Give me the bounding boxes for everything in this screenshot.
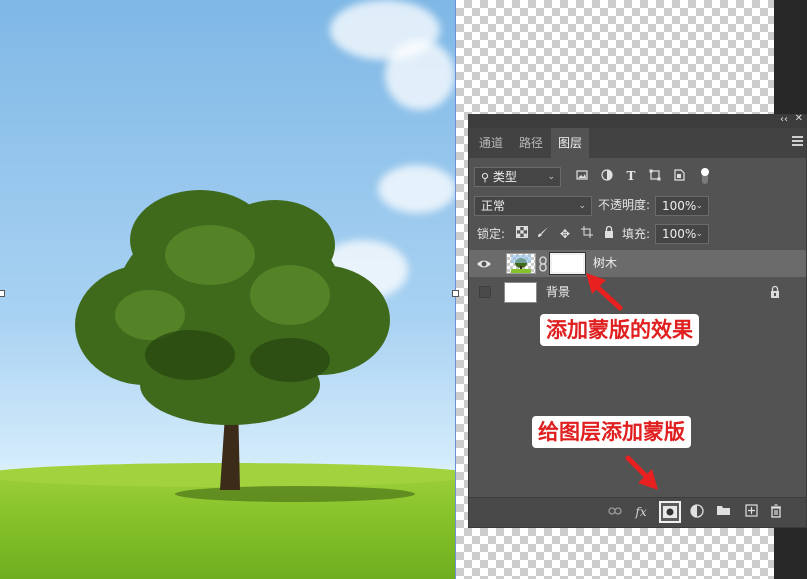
fill-input[interactable]: 100% ⌄: [655, 224, 709, 244]
new-layer-icon[interactable]: [743, 504, 759, 520]
layer-name[interactable]: 背景: [546, 279, 570, 306]
filter-kind-label: 类型: [492, 170, 517, 184]
chevron-down-icon: ⌄: [578, 201, 586, 211]
layer-row[interactable]: 树木: [469, 250, 806, 277]
panel-menu-icon[interactable]: [792, 136, 803, 148]
folder-icon[interactable]: [715, 504, 731, 520]
collapse-icon[interactable]: ‹‹: [780, 114, 788, 125]
chevron-down-icon: ⌄: [695, 229, 703, 239]
layers-bottom-toolbar: fx: [469, 497, 806, 527]
panel-tabs: 通道 路径 图层: [469, 128, 806, 158]
adjustment-filter-icon[interactable]: [599, 169, 615, 185]
transform-handle[interactable]: [452, 290, 459, 297]
filter-kind-select[interactable]: ⚲ 类型 ⌄: [474, 167, 561, 187]
arrow-icon: [586, 273, 623, 311]
lock-transparent-icon[interactable]: [514, 226, 530, 242]
shape-filter-icon[interactable]: [647, 169, 663, 185]
arrow-icon: [625, 455, 658, 490]
add-mask-callout: 给图层添加蒙版: [532, 416, 691, 448]
filter-toggle-icon[interactable]: [697, 166, 713, 184]
opacity-value: 100%: [662, 199, 697, 213]
transform-handle[interactable]: [0, 290, 5, 297]
lock-pixels-icon[interactable]: [535, 226, 551, 242]
trash-icon[interactable]: [768, 504, 784, 520]
tab-layers[interactable]: 图层: [551, 128, 589, 158]
adjustment-icon[interactable]: [689, 504, 705, 520]
opacity-input[interactable]: 100% ⌄: [655, 196, 709, 216]
canvas-image: [0, 0, 456, 579]
type-filter-icon[interactable]: T: [623, 168, 639, 184]
add-mask-icon[interactable]: [659, 501, 681, 523]
cloud: [385, 40, 455, 110]
fill-value: 100%: [662, 227, 697, 241]
mask-link-icon[interactable]: [537, 256, 549, 272]
panel-titlebar: ‹‹ ✕: [469, 113, 806, 128]
tree-image: [75, 190, 390, 490]
layer-row[interactable]: 背景: [469, 279, 806, 306]
close-icon[interactable]: ✕: [795, 113, 803, 124]
blend-mode-select[interactable]: 正常 ⌄: [474, 196, 592, 216]
tab-channels[interactable]: 通道: [473, 128, 509, 158]
layer-thumbnail[interactable]: [506, 253, 536, 274]
lock-position-icon[interactable]: ✥: [557, 226, 573, 242]
eye-icon[interactable]: [476, 256, 492, 272]
lock-icon[interactable]: [767, 285, 783, 301]
fx-icon[interactable]: fx: [633, 504, 649, 520]
visibility-toggle[interactable]: [479, 286, 491, 298]
lock-all-icon[interactable]: [601, 225, 617, 242]
layer-thumbnail[interactable]: [504, 282, 537, 303]
chevron-down-icon: ⌄: [695, 201, 703, 211]
lock-artboard-icon[interactable]: [579, 226, 595, 242]
fill-label: 填充:: [622, 227, 651, 241]
opacity-label: 不透明度:: [598, 198, 651, 212]
mask-effect-callout: 添加蒙版的效果: [540, 314, 699, 346]
blend-mode-label: 正常: [481, 199, 506, 213]
chevron-down-icon: ⌄: [547, 172, 555, 182]
image-filter-icon[interactable]: [574, 169, 590, 185]
smart-object-filter-icon[interactable]: [671, 169, 687, 185]
lock-label: 锁定:: [477, 227, 506, 241]
link-icon[interactable]: [607, 504, 623, 520]
tab-paths[interactable]: 路径: [513, 128, 549, 158]
search-icon: ⚲: [481, 171, 490, 184]
